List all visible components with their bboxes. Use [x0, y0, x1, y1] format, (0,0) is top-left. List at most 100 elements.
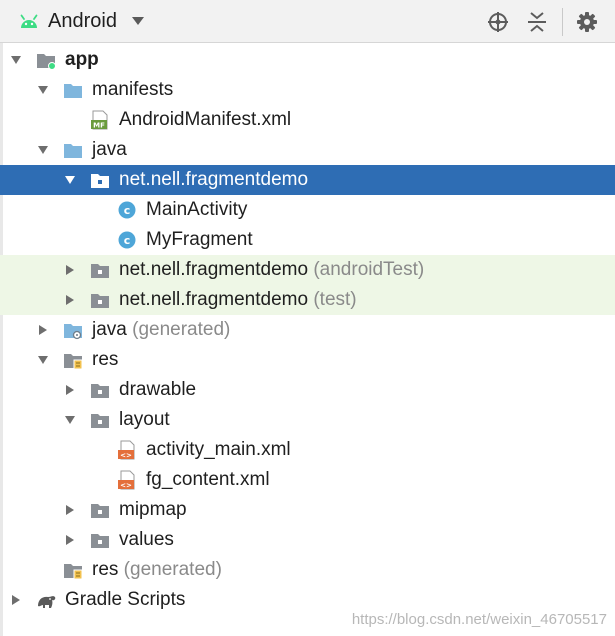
- res-folder-icon: [64, 354, 83, 370]
- tree-item-label: layout: [119, 409, 170, 431]
- android-icon: [20, 14, 38, 28]
- tree-item-name: net.nell.fragmentdemo: [119, 259, 309, 280]
- tree-row-res[interactable]: res: [0, 345, 615, 375]
- tree-item-qualifier: (generated): [118, 559, 222, 580]
- svg-text:<>: <>: [120, 452, 132, 460]
- manifest-file-icon: MF: [91, 110, 108, 130]
- tree-item-name: java: [92, 319, 127, 340]
- collapsed-arrow-icon[interactable]: [63, 533, 77, 547]
- tree-row-manifests[interactable]: manifests: [0, 75, 615, 105]
- package-icon: [91, 264, 109, 278]
- tree-row-activity-main-xml[interactable]: <> activity_main.xml: [0, 435, 615, 465]
- tree-item-name: Gradle Scripts: [65, 589, 186, 610]
- package-icon: [91, 294, 109, 308]
- tree-item-qualifier: (generated): [126, 319, 231, 340]
- tree-row-res-generated[interactable]: res (generated): [0, 555, 615, 585]
- tree-item-label: net.nell.fragmentdemo (androidTest): [119, 259, 424, 281]
- tree-item-name: MainActivity: [146, 199, 248, 220]
- tree-item-name: res: [92, 349, 119, 370]
- tree-row-java-generated[interactable]: java (generated): [0, 315, 615, 345]
- collapsed-arrow-icon[interactable]: [63, 263, 77, 277]
- dropdown-caret-icon[interactable]: [131, 16, 145, 26]
- svg-text:MF: MF: [93, 122, 105, 130]
- tree-item-label: MainActivity: [146, 199, 247, 221]
- tree-row-fg-content-xml[interactable]: <> fg_content.xml: [0, 465, 615, 495]
- tree-row-values[interactable]: values: [0, 525, 615, 555]
- tree-item-label: net.nell.fragmentdemo (test): [119, 289, 357, 311]
- tree-item-name: activity_main.xml: [146, 439, 291, 460]
- tree-row-drawable[interactable]: drawable: [0, 375, 615, 405]
- tree-row-app[interactable]: app: [0, 45, 615, 75]
- tree-row-net-nell-fragmentdemo[interactable]: net.nell.fragmentdemo: [0, 165, 615, 195]
- tree-row-net-nell-fragmentdemo-androidtest[interactable]: net.nell.fragmentdemo (androidTest): [0, 255, 615, 285]
- tree-item-label: java: [92, 139, 127, 161]
- expanded-arrow-icon[interactable]: [63, 173, 77, 187]
- tree-item-qualifier: (test): [308, 289, 357, 310]
- tree-item-label: app: [65, 49, 99, 71]
- tree-row-myfragment[interactable]: c MyFragment: [0, 225, 615, 255]
- tree-item-name: values: [119, 529, 174, 550]
- tree-item-name: app: [65, 49, 99, 70]
- tree-item-name: net.nell.fragmentdemo: [119, 289, 309, 310]
- tree-row-mipmap[interactable]: mipmap: [0, 495, 615, 525]
- package-icon: [91, 534, 109, 548]
- collapsed-arrow-icon[interactable]: [63, 503, 77, 517]
- package-icon: [91, 414, 109, 428]
- tree-item-label: manifests: [92, 79, 173, 101]
- tree-item-name: layout: [119, 409, 170, 430]
- class-icon: c: [118, 201, 136, 219]
- package-icon: [91, 384, 109, 398]
- tree-item-label: net.nell.fragmentdemo: [119, 169, 308, 191]
- locate-icon[interactable]: [487, 11, 509, 33]
- tree-item-label: java (generated): [92, 319, 230, 341]
- tree-row-java[interactable]: java: [0, 135, 615, 165]
- tree-item-label: values: [119, 529, 174, 551]
- collapsed-arrow-icon[interactable]: [63, 293, 77, 307]
- tree-item-label: AndroidManifest.xml: [119, 109, 291, 131]
- layout-file-icon: <>: [118, 440, 135, 460]
- watermark: https://blog.csdn.net/weixin_46705517: [351, 611, 607, 628]
- tree-item-name: MyFragment: [146, 229, 253, 250]
- gear-icon[interactable]: [576, 11, 598, 33]
- toolbar-separator: [562, 8, 563, 36]
- svg-text:c: c: [124, 204, 131, 217]
- tree-item-label: activity_main.xml: [146, 439, 291, 461]
- gradle-icon: [38, 596, 56, 608]
- tree-item-name: res: [92, 559, 119, 580]
- tree-item-label: drawable: [119, 379, 196, 401]
- module-folder-icon: [37, 54, 56, 70]
- folder-icon: [64, 144, 82, 158]
- tree-item-label: mipmap: [119, 499, 187, 521]
- tree-item-name: manifests: [92, 79, 174, 100]
- expanded-arrow-icon[interactable]: [63, 413, 77, 427]
- tree-item-name: java: [92, 139, 127, 160]
- tree-row-mainactivity[interactable]: c MainActivity: [0, 195, 615, 225]
- res-folder-icon: [64, 564, 83, 580]
- view-selector-label[interactable]: Android: [48, 10, 117, 33]
- tree-item-label: res (generated): [92, 559, 222, 581]
- expanded-arrow-icon[interactable]: [36, 353, 50, 367]
- package-icon: [91, 504, 109, 518]
- tree-item-name: drawable: [119, 379, 197, 400]
- expanded-arrow-icon[interactable]: [9, 53, 23, 67]
- folder-icon: [64, 84, 82, 98]
- tree-item-label: fg_content.xml: [146, 469, 270, 491]
- generated-folder-icon: [64, 324, 82, 340]
- project-toolbar: Android: [0, 0, 615, 43]
- tree-item-label: MyFragment: [146, 229, 253, 251]
- tree-item-qualifier: (androidTest): [308, 259, 425, 280]
- collapsed-arrow-icon[interactable]: [9, 593, 23, 607]
- tree-item-name: net.nell.fragmentdemo: [119, 169, 309, 190]
- tree-row-androidmanifest-xml[interactable]: MF AndroidManifest.xml: [0, 105, 615, 135]
- collapse-all-icon[interactable]: [526, 11, 548, 33]
- tree-row-layout[interactable]: layout: [0, 405, 615, 435]
- collapsed-arrow-icon[interactable]: [36, 323, 50, 337]
- class-icon: c: [118, 231, 136, 249]
- layout-file-icon: <>: [118, 470, 135, 490]
- collapsed-arrow-icon[interactable]: [63, 383, 77, 397]
- tree-row-net-nell-fragmentdemo-test[interactable]: net.nell.fragmentdemo (test): [0, 285, 615, 315]
- expanded-arrow-icon[interactable]: [36, 83, 50, 97]
- tree-item-name: fg_content.xml: [146, 469, 270, 490]
- svg-text:c: c: [124, 234, 131, 247]
- expanded-arrow-icon[interactable]: [36, 143, 50, 157]
